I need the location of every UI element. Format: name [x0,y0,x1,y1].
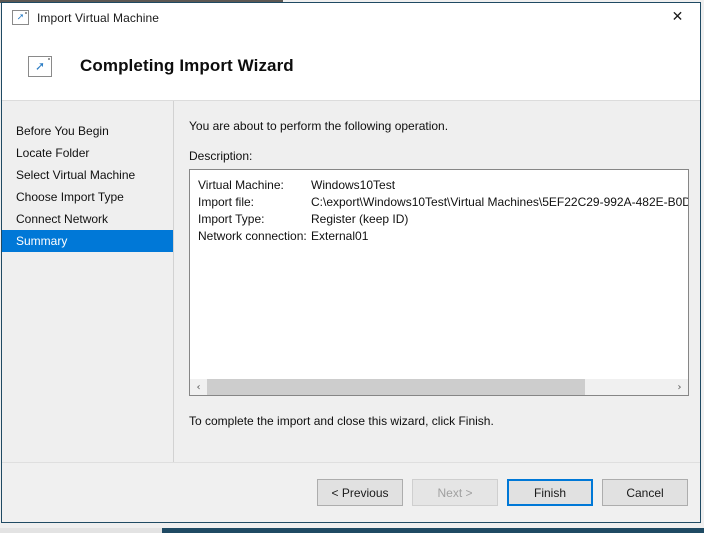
virtual-machine-import-icon: ➚ [12,10,29,25]
description-key: Import file: [198,195,255,209]
wizard-footer: < Previous Next > Finish Cancel [2,462,700,522]
sidebar-item-summary[interactable]: Summary [2,230,173,252]
page-title: Completing Import Wizard [80,56,294,75]
sidebar-item-select-virtual-machine[interactable]: Select Virtual Machine [2,164,173,186]
description-value: Register (keep ID) [311,212,409,226]
taskbar-left-segment [0,528,162,533]
scrollbar-track[interactable] [207,378,671,395]
finish-button[interactable]: Finish [507,479,593,506]
sidebar-item-locate-folder[interactable]: Locate Folder [2,142,173,164]
description-row: Network connection: External01 [198,228,688,245]
description-row: Import file: C:\export\Windows10Test\Vir… [198,194,688,211]
window-title: Import Virtual Machine [37,10,160,25]
horizontal-scrollbar[interactable]: ‹ › [190,378,688,395]
description-row: Import Type: Register (keep ID) [198,211,688,228]
description-key: Virtual Machine: [198,178,284,192]
wizard-content-pane: You are about to perform the following o… [174,101,700,462]
wizard-header: ➚ Completing Import Wizard [2,32,700,101]
description-listbox-content: Virtual Machine: Windows10Test Import fi… [190,170,688,366]
close-icon[interactable]: ✕ [655,3,700,31]
description-value: External01 [311,229,369,243]
lead-text: You are about to perform the following o… [189,119,449,133]
import-virtual-machine-window: ➚ Import Virtual Machine ✕ ➚ Completing … [1,2,701,523]
description-key: Network connection: [198,229,307,243]
window-titlebar: ➚ Import Virtual Machine ✕ [2,3,700,32]
previous-button[interactable]: < Previous [317,479,403,506]
scroll-right-arrow-icon[interactable]: › [671,378,688,395]
scrollbar-thumb[interactable] [207,378,586,395]
description-value: C:\export\Windows10Test\Virtual Machines… [311,195,688,209]
taskbar-accent-line [162,528,704,533]
description-listbox[interactable]: Virtual Machine: Windows10Test Import fi… [189,169,689,396]
wizard-header-icon: ➚ [28,55,52,77]
sidebar-item-before-you-begin[interactable]: Before You Begin [2,120,173,142]
next-button: Next > [412,479,498,506]
cancel-button[interactable]: Cancel [602,479,688,506]
description-key: Import Type: [198,212,265,226]
sidebar-item-choose-import-type[interactable]: Choose Import Type [2,186,173,208]
wizard-body: Before You Begin Locate Folder Select Vi… [2,101,700,462]
sidebar-item-connect-network[interactable]: Connect Network [2,208,173,230]
description-value: Windows10Test [311,178,396,192]
instruction-text: To complete the import and close this wi… [189,414,494,428]
description-label: Description: [189,149,253,163]
wizard-steps-sidebar: Before You Begin Locate Folder Select Vi… [2,101,174,462]
scroll-left-arrow-icon[interactable]: ‹ [190,378,207,395]
description-row: Virtual Machine: Windows10Test [198,177,688,194]
